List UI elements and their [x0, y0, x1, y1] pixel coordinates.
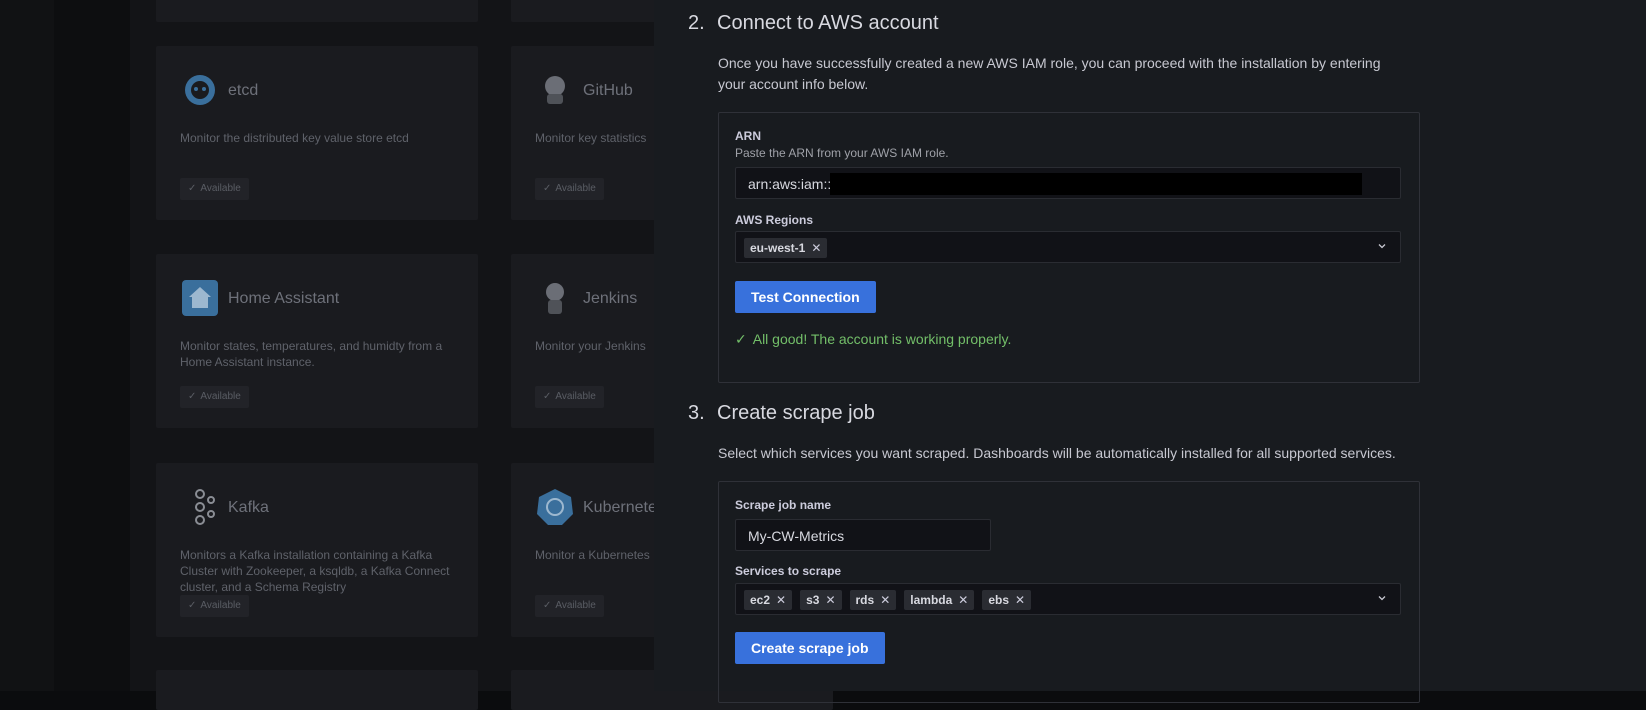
check-icon: ✓ [543, 600, 552, 611]
card-title: etcd [228, 82, 259, 99]
step-3-heading: 3. Create scrape job [688, 402, 875, 425]
arn-label: ARN [735, 129, 761, 143]
service-tag-ebs: ebs ✕ [982, 590, 1032, 610]
card-description: Monitor the distributed key value store … [180, 131, 409, 145]
status-badge: ✓ Available [180, 386, 249, 408]
services-label: Services to scrape [735, 564, 842, 578]
check-icon: ✓ [188, 183, 197, 194]
remove-tag-icon[interactable]: ✕ [776, 590, 786, 610]
service-tag-ec2: ec2 ✕ [744, 590, 793, 610]
integration-card-etcd[interactable]: etcd Monitor the distributed key value s… [156, 46, 478, 220]
job-name-input[interactable]: My-CW-Metrics [735, 519, 991, 551]
status-badge: ✓ Available [180, 178, 249, 200]
home-assistant-logo-icon [182, 280, 218, 316]
kafka-logo-icon [195, 489, 215, 525]
remove-tag-icon[interactable]: ✕ [825, 590, 835, 610]
arn-value: arn:aws:iam:: [748, 176, 832, 192]
card-title: Kubernete [583, 499, 657, 516]
step-title: Create scrape job [717, 402, 875, 424]
status-badge: ✓ Available [535, 178, 604, 200]
kubernetes-logo-icon [537, 489, 573, 525]
card-title: GitHub [583, 82, 633, 99]
connection-success-message: ✓ All good! The account is working proper… [735, 331, 1012, 347]
step-2-description: Once you have successfully created a new… [718, 55, 1381, 92]
job-name-label: Scrape job name [735, 498, 832, 512]
remove-tag-icon[interactable]: ✕ [880, 590, 890, 610]
arn-hint: Paste the ARN from your AWS IAM role. [735, 146, 949, 160]
service-tag-s3: s3 ✕ [800, 590, 842, 610]
status-badge: ✓ Available [180, 595, 249, 617]
card-title: Jenkins [583, 290, 638, 307]
check-icon: ✓ [543, 183, 552, 194]
step-3-description: Select which services you want scraped. … [718, 445, 1396, 461]
step-2-heading: 2. Connect to AWS account [688, 12, 939, 35]
card-description: Monitors a Kafka installation containing… [180, 548, 450, 594]
remove-tag-icon[interactable]: ✕ [958, 590, 968, 610]
chevron-down-icon[interactable] [1376, 240, 1388, 252]
integration-card-kafka[interactable]: Kafka Monitors a Kafka installation cont… [156, 463, 478, 637]
regions-multiselect[interactable]: eu-west-1 ✕ [735, 231, 1401, 263]
scrape-job-panel: Scrape job name My-CW-Metrics Services t… [718, 481, 1420, 703]
check-icon: ✓ [543, 391, 552, 402]
step-number: 2. [688, 12, 705, 34]
services-multiselect[interactable]: ec2 ✕ s3 ✕ rds ✕ lambda ✕ ebs ✕ [735, 583, 1401, 615]
integration-card-home-assistant[interactable]: Home Assistant Monitor states, temperatu… [156, 254, 478, 428]
service-tag-rds: rds ✕ [849, 590, 897, 610]
create-scrape-job-button[interactable]: Create scrape job [735, 632, 885, 664]
card-description: Monitor states, temperatures, and humidt… [180, 339, 443, 369]
card-title: Kafka [228, 499, 269, 516]
app-sidebar [0, 0, 54, 691]
check-icon: ✓ [188, 391, 197, 402]
integration-card[interactable] [156, 670, 478, 710]
regions-label: AWS Regions [735, 213, 814, 227]
integration-catalog: etcd Monitor the distributed key value s… [130, 0, 833, 710]
card-title: Home Assistant [228, 290, 340, 307]
github-logo-icon [545, 76, 565, 104]
aws-account-panel: ARN Paste the ARN from your AWS IAM role… [718, 112, 1420, 383]
integration-card[interactable] [156, 0, 478, 22]
nav-panel [54, 0, 130, 691]
remove-tag-icon[interactable]: ✕ [1015, 590, 1025, 610]
status-badge: ✓ Available [535, 595, 604, 617]
status-badge: ✓ Available [535, 386, 604, 408]
remove-tag-icon[interactable]: ✕ [811, 238, 821, 258]
check-icon: ✓ [735, 331, 747, 347]
step-number: 3. [688, 402, 705, 424]
arn-input[interactable]: arn:aws:iam:: [735, 167, 1401, 199]
etcd-logo-icon [185, 75, 215, 105]
test-connection-button[interactable]: Test Connection [735, 281, 876, 313]
job-name-value: My-CW-Metrics [748, 528, 845, 544]
chevron-down-icon[interactable] [1376, 592, 1388, 604]
aws-setup-drawer: 2. Connect to AWS account Once you have s… [654, 0, 1646, 703]
jenkins-logo-icon [546, 283, 564, 314]
redacted-account-id [830, 173, 1362, 195]
step-title: Connect to AWS account [717, 12, 939, 34]
region-tag: eu-west-1 ✕ [744, 238, 828, 258]
check-icon: ✓ [188, 600, 197, 611]
service-tag-lambda: lambda ✕ [904, 590, 975, 610]
